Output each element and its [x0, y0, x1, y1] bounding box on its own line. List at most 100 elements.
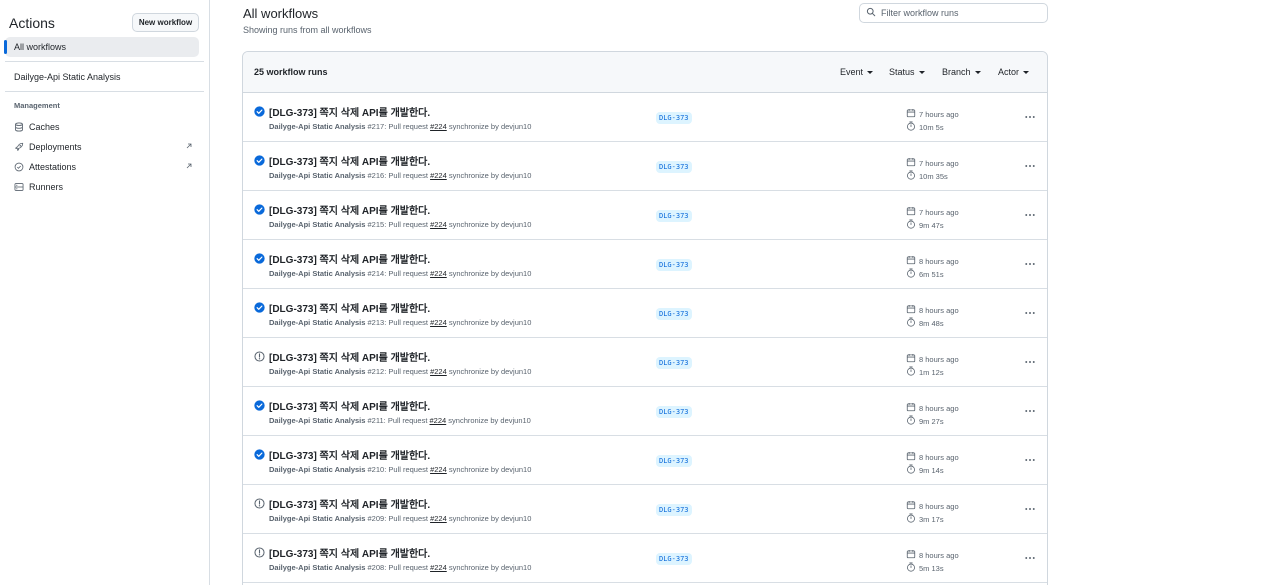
table-row[interactable]: [DLG-373] 쪽지 삭제 API를 개발한다. Dailyge-Api St…: [243, 387, 1047, 436]
pr-prefix: : Pull request: [384, 514, 431, 523]
run-duration: 10m 5s: [906, 121, 944, 133]
sidebar-item-runners[interactable]: Runners: [5, 177, 199, 197]
run-trigger: synchronize by devjun10: [446, 122, 532, 131]
run-title-link[interactable]: [DLG-373] 쪽지 삭제 API를 개발한다.: [269, 545, 430, 560]
duration-text: 6m 51s: [919, 269, 944, 279]
table-header: 25 workflow runs Event Status Branch Act…: [243, 52, 1047, 93]
pull-request-link[interactable]: #224: [430, 220, 447, 229]
stopwatch-icon: [906, 317, 919, 329]
kebab-menu-icon[interactable]: [1023, 306, 1037, 320]
run-title-link[interactable]: [DLG-373] 쪽지 삭제 API를 개발한다.: [269, 300, 430, 315]
run-title-link[interactable]: [DLG-373] 쪽지 삭제 API를 개발한다.: [269, 349, 430, 364]
sidebar-header: Actions New workflow: [9, 13, 199, 34]
run-title-link[interactable]: [DLG-373] 쪽지 삭제 API를 개발한다.: [269, 398, 430, 413]
run-trigger: synchronize by devjun10: [446, 220, 532, 229]
kebab-menu-icon[interactable]: [1023, 257, 1037, 271]
branch-label[interactable]: DLG-373: [656, 357, 692, 369]
external-link-icon: [185, 162, 193, 170]
pull-request-link[interactable]: #224: [430, 416, 447, 425]
pull-request-link[interactable]: #224: [430, 171, 447, 180]
kebab-menu-icon[interactable]: [1023, 502, 1037, 516]
kebab-menu-icon[interactable]: [1023, 159, 1037, 173]
kebab-menu-icon[interactable]: [1023, 551, 1037, 565]
branch-label[interactable]: DLG-373: [656, 455, 692, 467]
sidebar-item-attestations[interactable]: Attestations: [5, 157, 199, 177]
pull-request-link[interactable]: #224: [430, 269, 447, 278]
branch-filter-label: Branch: [942, 67, 971, 77]
pr-prefix: : Pull request: [384, 367, 431, 376]
branch-label[interactable]: DLG-373: [656, 308, 692, 320]
kebab-menu-icon[interactable]: [1023, 404, 1037, 418]
kebab-menu-icon[interactable]: [1023, 355, 1037, 369]
actor-filter-dropdown[interactable]: Actor: [998, 67, 1030, 77]
run-trigger: synchronize by devjun10: [446, 465, 532, 474]
run-duration: 9m 14s: [906, 464, 944, 476]
time-ago: 8 hours ago: [919, 501, 959, 511]
table-row[interactable]: [DLG-373] 쪽지 삭제 API를 개발한다. Dailyge-Api St…: [243, 534, 1047, 583]
run-title-link[interactable]: [DLG-373] 쪽지 삭제 API를 개발한다.: [269, 496, 430, 511]
table-row[interactable]: [DLG-373] 쪽지 삭제 API를 개발한다. Dailyge-Api St…: [243, 240, 1047, 289]
event-filter-dropdown[interactable]: Event: [840, 67, 874, 77]
table-row[interactable]: [DLG-373] 쪽지 삭제 API를 개발한다. Dailyge-Api St…: [243, 436, 1047, 485]
branch-label[interactable]: DLG-373: [656, 406, 692, 418]
branch-label[interactable]: DLG-373: [656, 112, 692, 124]
run-number: #213: [367, 318, 385, 327]
duration-text: 8m 48s: [919, 318, 944, 328]
pull-request-link[interactable]: #224: [430, 318, 447, 327]
run-meta: Dailyge-Api Static Analysis #215: Pull r…: [269, 220, 531, 229]
filter-runs-field[interactable]: [859, 3, 1048, 23]
search-icon: [866, 7, 876, 19]
table-row[interactable]: [DLG-373] 쪽지 삭제 API를 개발한다. Dailyge-Api St…: [243, 142, 1047, 191]
filter-runs-input[interactable]: [881, 8, 1041, 18]
pull-request-link[interactable]: #224: [430, 514, 447, 523]
stopwatch-icon: [906, 170, 919, 182]
run-time: 7 hours ago: [906, 108, 959, 120]
run-duration: 3m 17s: [906, 513, 944, 525]
chevron-down-icon: [974, 70, 981, 74]
sidebar-item-label: Attestations: [29, 162, 77, 172]
sidebar-item-caches[interactable]: Caches: [5, 117, 199, 137]
run-title-link[interactable]: [DLG-373] 쪽지 삭제 API를 개발한다.: [269, 251, 430, 266]
run-duration: 1m 12s: [906, 366, 944, 378]
pull-request-link[interactable]: #224: [430, 122, 447, 131]
pull-request-link[interactable]: #224: [430, 367, 447, 376]
table-row[interactable]: [DLG-373] 쪽지 삭제 API를 개발한다. Dailyge-Api St…: [243, 191, 1047, 240]
pr-prefix: : Pull request: [383, 416, 430, 425]
pull-request-link[interactable]: #224: [430, 563, 447, 572]
sidebar-item-workflow[interactable]: Dailyge-Api Static Analysis: [5, 67, 199, 87]
sidebar-item-deployments[interactable]: Deployments: [5, 137, 199, 157]
kebab-menu-icon[interactable]: [1023, 208, 1037, 222]
stopwatch-icon: [906, 415, 919, 427]
kebab-menu-icon[interactable]: [1023, 110, 1037, 124]
run-title-link[interactable]: [DLG-373] 쪽지 삭제 API를 개발한다.: [269, 447, 430, 462]
duration-text: 10m 5s: [919, 122, 944, 132]
check-circle-icon: [254, 400, 265, 411]
kebab-menu-icon[interactable]: [1023, 453, 1037, 467]
table-row[interactable]: [DLG-373] 쪽지 삭제 API를 개발한다. Dailyge-Api St…: [243, 485, 1047, 534]
branch-label[interactable]: DLG-373: [656, 259, 692, 271]
alert-circle-icon: [254, 547, 265, 558]
duration-text: 9m 27s: [919, 416, 944, 426]
pull-request-link[interactable]: #224: [430, 465, 447, 474]
run-title-link[interactable]: [DLG-373] 쪽지 삭제 API를 개발한다.: [269, 104, 430, 119]
workflow-runs-table: 25 workflow runs Event Status Branch Act…: [242, 51, 1048, 585]
table-row[interactable]: [DLG-373] 쪽지 삭제 API를 개발한다. Dailyge-Api St…: [243, 338, 1047, 387]
run-title-link[interactable]: [DLG-373] 쪽지 삭제 API를 개발한다.: [269, 202, 430, 217]
status-filter-dropdown[interactable]: Status: [889, 67, 925, 77]
branch-label[interactable]: DLG-373: [656, 553, 692, 565]
branch-filter-dropdown[interactable]: Branch: [942, 67, 981, 77]
run-meta: Dailyge-Api Static Analysis #212: Pull r…: [269, 367, 531, 376]
branch-label[interactable]: DLG-373: [656, 504, 692, 516]
table-row[interactable]: [DLG-373] 쪽지 삭제 API를 개발한다. Dailyge-Api St…: [243, 93, 1047, 142]
runs-list: [DLG-373] 쪽지 삭제 API를 개발한다. Dailyge-Api St…: [243, 93, 1047, 583]
table-row[interactable]: [DLG-373] 쪽지 삭제 API를 개발한다. Dailyge-Api St…: [243, 289, 1047, 338]
run-title-link[interactable]: [DLG-373] 쪽지 삭제 API를 개발한다.: [269, 153, 430, 168]
sidebar-divider: [5, 91, 204, 92]
new-workflow-button[interactable]: New workflow: [132, 13, 199, 32]
branch-label[interactable]: DLG-373: [656, 210, 692, 222]
time-ago: 8 hours ago: [919, 452, 959, 462]
stopwatch-icon: [906, 219, 919, 231]
sidebar-item-all-workflows[interactable]: All workflows: [4, 37, 199, 57]
calendar-icon: [906, 108, 919, 120]
branch-label[interactable]: DLG-373: [656, 161, 692, 173]
